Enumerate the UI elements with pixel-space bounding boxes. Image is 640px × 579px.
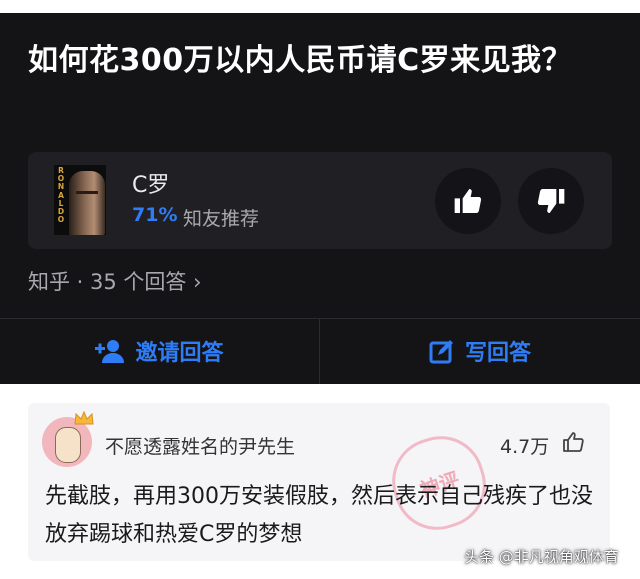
ronaldo-poster: RONALDO <box>54 165 106 235</box>
comment-text: 先截肢，再用300万安装假肢，然后表示自己残疾了也没放弃踢球和热爱C罗的梦想 <box>45 484 593 547</box>
invite-answer-label: 邀请回答 <box>135 341 224 366</box>
answer-count[interactable]: 知乎 · 35 个回答 › <box>28 266 202 296</box>
poster-title: RONALDO <box>57 166 65 225</box>
thumbs-down-icon <box>537 189 565 213</box>
recommend-label: 知友推荐 <box>183 208 260 230</box>
topic-card[interactable]: RONALDO C罗 71% 知友推荐 <box>28 152 612 249</box>
like-count: 4.7万 <box>500 436 550 458</box>
thumbs-up-icon[interactable] <box>562 430 586 454</box>
recommend-percent: 71% <box>132 204 178 226</box>
question-title[interactable]: 如何花300万以内人民币请C罗来见我？ <box>28 38 598 83</box>
comment-username[interactable]: 不愿透露姓名的尹先生 <box>105 432 295 459</box>
edit-icon <box>429 340 453 364</box>
top-comment: 不愿透露姓名的尹先生 神评 4.7万 先截肢，再用300万安装假肢，然后表示自己… <box>28 403 610 561</box>
write-answer-button[interactable]: 写回答 <box>320 319 640 383</box>
topic-name[interactable]: C罗 <box>132 167 169 199</box>
poster-face-image <box>69 171 105 235</box>
write-answer-label: 写回答 <box>464 341 531 366</box>
downvote-button[interactable] <box>518 168 584 234</box>
watermark: 头条 @非凡视角观体育 <box>464 548 619 566</box>
thumbs-up-icon <box>454 189 482 213</box>
crown-icon <box>74 411 94 425</box>
add-person-icon <box>95 340 125 363</box>
upvote-button[interactable] <box>435 168 501 234</box>
invite-answer-button[interactable]: 邀请回答 <box>0 319 319 383</box>
